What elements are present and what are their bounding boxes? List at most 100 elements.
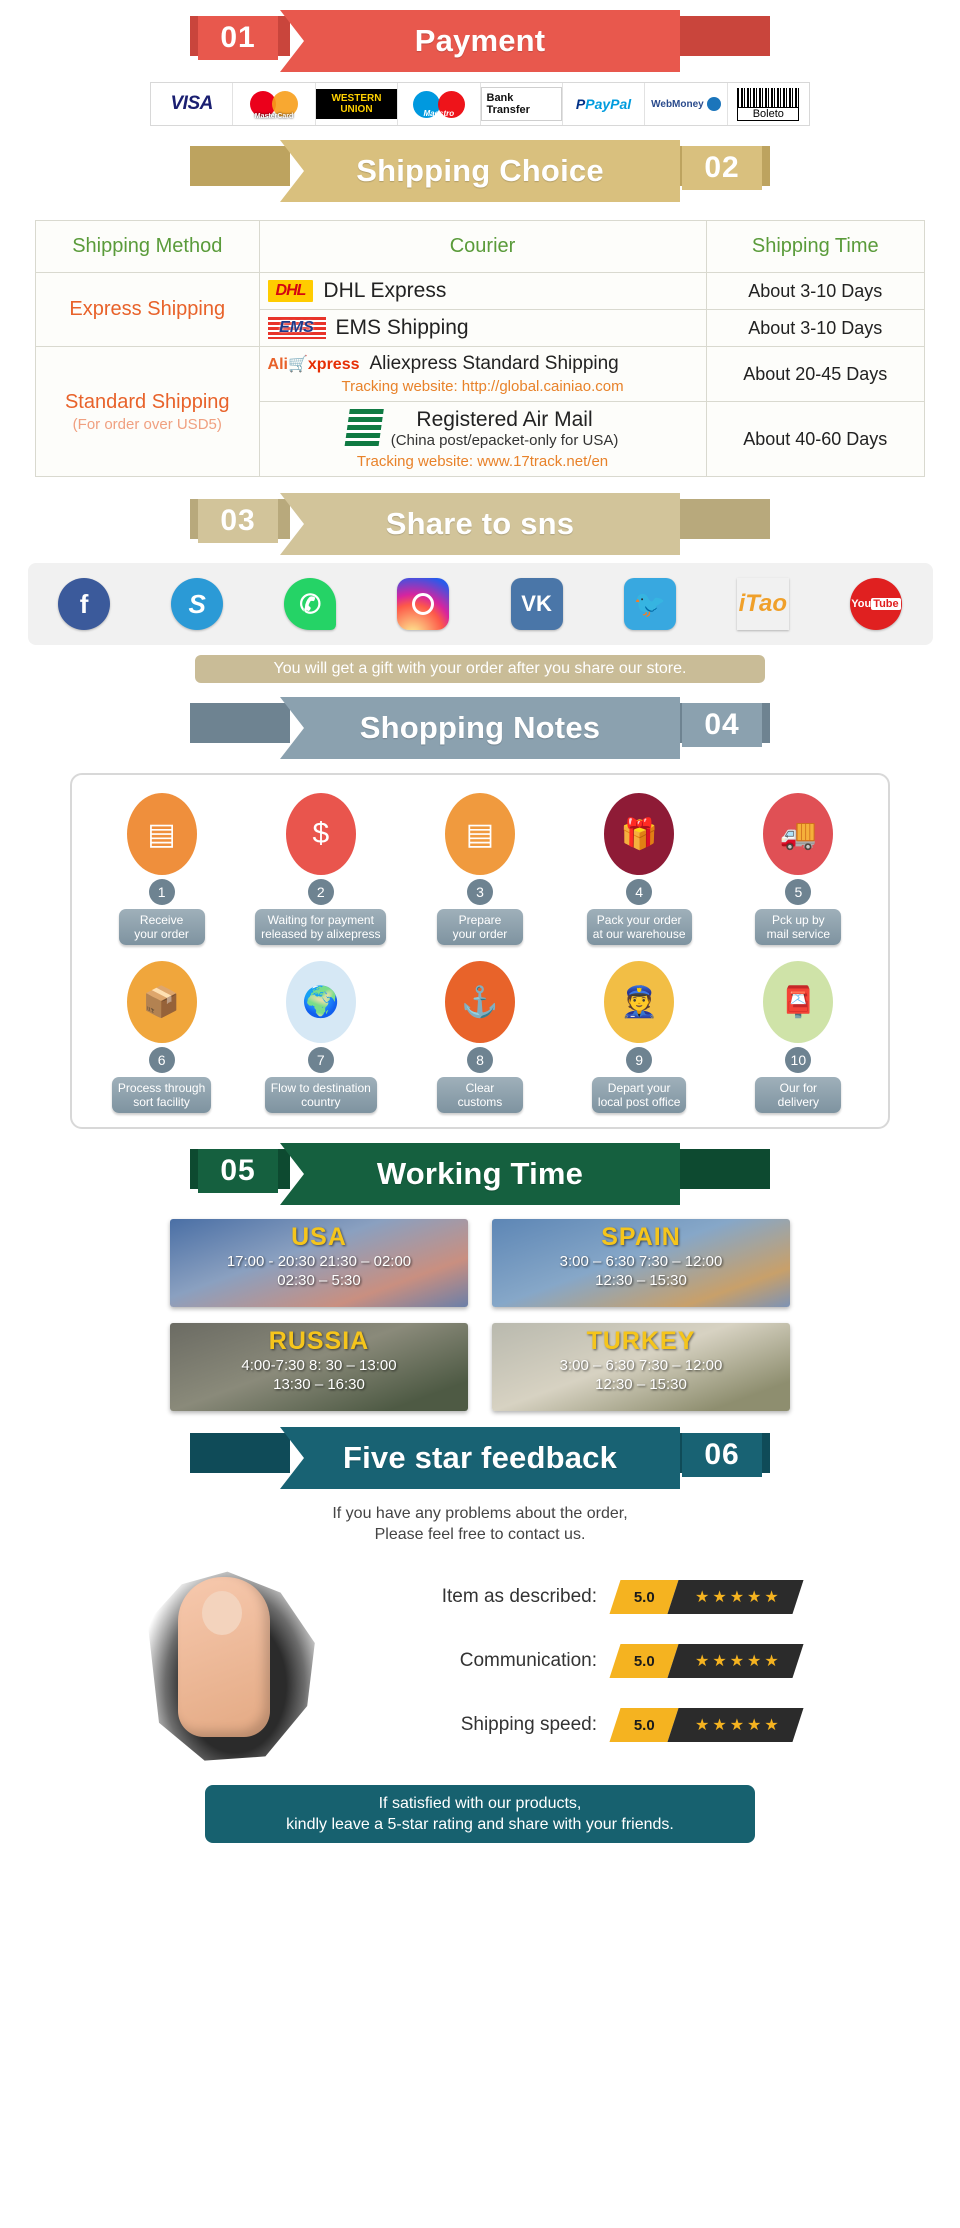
courier-cell-airmail: Registered Air Mail (China post/epacket-…: [258, 401, 707, 477]
payment-method-paypal: PPayPal: [563, 83, 646, 125]
section-number-notes: 04: [682, 703, 762, 747]
instagram-icon[interactable]: [397, 578, 450, 630]
vk-icon[interactable]: VK: [510, 578, 563, 630]
column-header-time: Shipping Time: [705, 220, 926, 273]
note-step: 🚚 5 Pck up by mail service: [723, 793, 873, 945]
working-time-card: RUSSIA 4:00-7:30 8: 30 – 13:00 13:30 – 16:…: [170, 1323, 468, 1411]
shopping-notes-box: ▤ 1 Receive your order $2 Waiting for payment…: [70, 773, 890, 1129]
social-share-bar: f S ✆ VK 🐦 iTao You Tube: [27, 563, 933, 645]
feedback-ratings-area: Item as described: 5.0 ★★★★★ Communication:…: [30, 1549, 930, 1779]
ratings-list: Item as described: 5.0 ★★★★★ Communication:…: [400, 1565, 920, 1757]
whatsapp-icon[interactable]: ✆: [284, 578, 337, 630]
table-row: Standard Shipping (For order over USD5) …: [35, 346, 926, 477]
note-step: 📦 6 Process through sort facility: [87, 961, 237, 1113]
rating-row: Item as described: 5.0 ★★★★★: [400, 1565, 920, 1629]
working-time-card: USA 17:00 - 20:30 21:30 – 02:00 02:30 – 5:…: [170, 1219, 468, 1307]
shipping-time-dhl: About 3-10 Days: [705, 272, 926, 310]
rating-row: Shipping speed: 5.0 ★★★★★: [400, 1693, 920, 1757]
ribbon-tail-left: [190, 1433, 290, 1473]
section-banner-notes: Shopping Notes 04: [0, 697, 960, 759]
bank-transfer-icon: Bank Transfer: [480, 87, 562, 121]
skype-icon[interactable]: S: [171, 578, 224, 630]
section-banner-feedback: Five star feedback 06: [0, 1427, 960, 1489]
youtube-icon[interactable]: You Tube: [849, 578, 902, 630]
table-header-row: Shipping Method Courier Shipping Time: [35, 220, 926, 273]
section-number-payment: 01: [198, 16, 278, 60]
payment-method-visa: VISA: [151, 83, 234, 125]
facebook-icon[interactable]: f: [58, 578, 111, 630]
section-banner-shipping: Shipping Choice 02: [0, 140, 960, 202]
shipping-time-ems: About 3-10 Days: [705, 309, 926, 347]
note-step-number: 5: [785, 879, 812, 905]
note-step-number: 6: [148, 1047, 175, 1073]
tracking-website-cainiao[interactable]: Tracking website: http://global.cainiao.…: [268, 378, 698, 395]
note-step-number: 7: [307, 1047, 334, 1073]
status-badge: 5.0 ★★★★★: [609, 1708, 804, 1742]
note-step-label: Our for delivery: [755, 1077, 842, 1113]
share-gift-note: You will get a gift with your order afte…: [195, 655, 765, 683]
note-step-number: 8: [466, 1047, 493, 1073]
shipping-time-aliexpress: About 20-45 Days: [705, 346, 926, 402]
anchor-icon: ⚓: [444, 961, 515, 1043]
ribbon-tail-right: [670, 16, 770, 56]
courier-cell-aliexpress: Ali🛒xpress Aliexpress Standard Shipping …: [258, 346, 707, 402]
rating-stars: ★★★★★: [667, 1708, 804, 1742]
note-step-number: 9: [626, 1047, 653, 1073]
country-name: SPAIN: [601, 1223, 681, 1251]
boleto-icon: Boleto: [737, 87, 800, 121]
note-step-label: Pck up by mail service: [755, 909, 842, 945]
note-step: ⚓ 8 Clear customs: [405, 961, 555, 1113]
courier-cell-dhl: DHL DHL Express: [258, 272, 707, 310]
payment-method-bank-transfer: Bank Transfer: [480, 83, 563, 125]
note-step: ▤ 3 Prepare your order: [405, 793, 555, 945]
section-number-feedback: 06: [682, 1433, 762, 1477]
tracking-website-17track[interactable]: Tracking website: www.17track.net/en: [268, 453, 698, 470]
document-icon: ▤: [126, 793, 197, 875]
western-union-icon: WESTERN UNION: [315, 89, 398, 119]
payment-method-maestro: Maestro: [398, 83, 481, 125]
shipping-time-airmail: About 40-60 Days: [705, 401, 926, 477]
visa-icon: VISA: [170, 93, 214, 114]
rating-stars: ★★★★★: [667, 1580, 804, 1614]
twitter-icon[interactable]: 🐦: [623, 578, 676, 630]
ems-logo-icon: EMS: [267, 317, 326, 339]
payment-method-boleto: Boleto: [728, 83, 809, 125]
ribbon-tail-left: [190, 146, 290, 186]
courier-cell-ems: EMS EMS Shipping: [258, 309, 707, 347]
feedback-intro: If you have any problems about the order…: [332, 1505, 628, 1543]
rating-label: Item as described:: [441, 1586, 597, 1607]
itao-icon[interactable]: iTao: [737, 578, 789, 630]
notes-row-1: ▤ 1 Receive your order $2 Waiting for payment…: [82, 793, 878, 945]
note-step-label: Process through sort facility: [111, 1077, 212, 1113]
ribbon-tail-right: [670, 1149, 770, 1189]
maestro-icon: Maestro: [412, 89, 465, 119]
postman-icon: 👮: [604, 961, 675, 1043]
payment-methods-strip: VISA MasterCard WESTERN UNION Maestro Ba…: [150, 82, 810, 126]
ribbon-tail-right: [670, 499, 770, 539]
note-step: 📮 10 Our for delivery: [723, 961, 873, 1113]
mastercard-icon: MasterCard: [248, 89, 300, 120]
ribbon-tail-left: [190, 703, 290, 743]
working-hours-line-2: 13:30 – 16:30: [273, 1376, 365, 1393]
section-title-notes: Shopping Notes: [280, 697, 680, 759]
hand-truck-icon: 📦: [126, 961, 197, 1043]
working-time-card: TURKEY 3:00 – 6:30 7:30 – 12:00 12:30 – 15…: [492, 1323, 790, 1411]
payment-method-mastercard: MasterCard: [233, 83, 316, 125]
country-name: TURKEY: [586, 1327, 696, 1355]
thumbs-up-icon: [140, 1559, 330, 1769]
document-icon: ▤: [444, 793, 515, 875]
working-time-card: SPAIN 3:00 – 6:30 7:30 – 12:00 12:30 – 15:…: [492, 1219, 790, 1307]
working-hours-line-1: 3:00 – 6:30 7:30 – 12:00: [559, 1357, 723, 1374]
country-name: RUSSIA: [268, 1327, 370, 1355]
country-name: USA: [291, 1223, 347, 1251]
section-banner-working: 05 Working Time: [0, 1143, 960, 1205]
section-number-sns: 03: [198, 499, 278, 543]
note-step-label: Clear customs: [436, 1077, 523, 1113]
section-banner-sns: 03 Share to sns: [0, 493, 960, 555]
parcel-icon: 📮: [763, 961, 834, 1043]
note-step-number: 3: [466, 879, 493, 905]
payment-method-western-union: WESTERN UNION: [315, 83, 399, 125]
note-step-number: 1: [148, 879, 175, 905]
rating-row: Communication: 5.0 ★★★★★: [400, 1629, 920, 1693]
working-hours-line-2: 02:30 – 5:30: [277, 1272, 361, 1289]
